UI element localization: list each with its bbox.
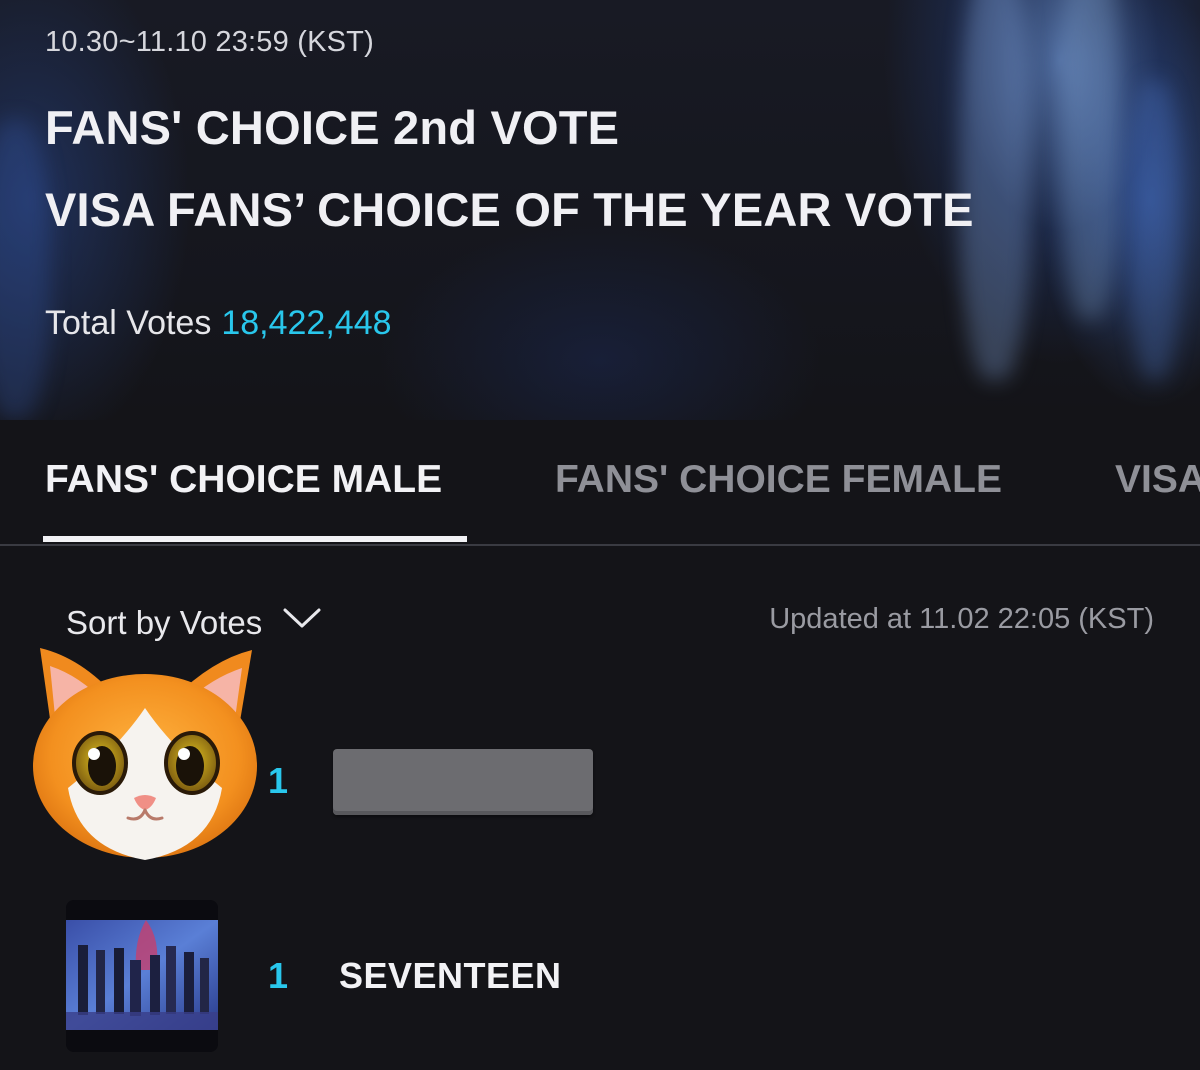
vote-title-line-1: FANS' CHOICE 2nd VOTE xyxy=(45,101,620,154)
sort-dropdown[interactable]: Sort by Votes xyxy=(66,600,322,642)
updated-timestamp: Updated at 11.02 22:05 (KST) xyxy=(769,603,1154,635)
ranking-row[interactable]: 1 SEVENTEEN xyxy=(0,895,1200,1055)
chevron-down-icon xyxy=(282,600,322,638)
tab-fans-choice-male[interactable]: FANS' CHOICE MALE xyxy=(45,458,442,502)
active-tab-indicator xyxy=(43,536,467,542)
curtain-fold xyxy=(1060,0,1120,320)
cat-emoji-avatar xyxy=(33,648,257,860)
rank-number: 1 xyxy=(268,955,289,996)
curtain-fold xyxy=(1130,80,1180,380)
total-votes-label: Total Votes xyxy=(45,304,212,342)
category-tabs: FANS' CHOICE MALE FANS' CHOICE FEMALE VI… xyxy=(0,440,1200,546)
vote-page: 10.30~11.10 23:59 (KST) FANS' CHOICE 2nd… xyxy=(0,0,1200,1070)
artist-thumbnail xyxy=(66,900,218,1052)
rank-number: 1 xyxy=(268,760,289,801)
hero-banner: 10.30~11.10 23:59 (KST) FANS' CHOICE 2nd… xyxy=(0,0,1200,420)
group-photo-thumbnail xyxy=(66,900,218,1052)
artist-name: SEVENTEEN xyxy=(339,955,562,996)
vote-date-range: 10.30~11.10 23:59 (KST) xyxy=(45,26,374,58)
total-votes-value: 18,422,448 xyxy=(221,304,392,342)
tab-fans-choice-female[interactable]: FANS' CHOICE FEMALE xyxy=(555,458,1002,502)
sort-label: Sort by Votes xyxy=(66,604,263,641)
ranking-row[interactable]: 1 xyxy=(0,648,1200,880)
curtain-fold xyxy=(0,120,50,420)
redacted-artist-name xyxy=(333,749,593,815)
vote-title-line-2: VISA FANS’ CHOICE OF THE YEAR VOTE xyxy=(45,183,974,236)
total-votes: Total Votes 18,422,448 xyxy=(45,304,392,343)
tab-visa[interactable]: VISA xyxy=(1115,458,1200,502)
